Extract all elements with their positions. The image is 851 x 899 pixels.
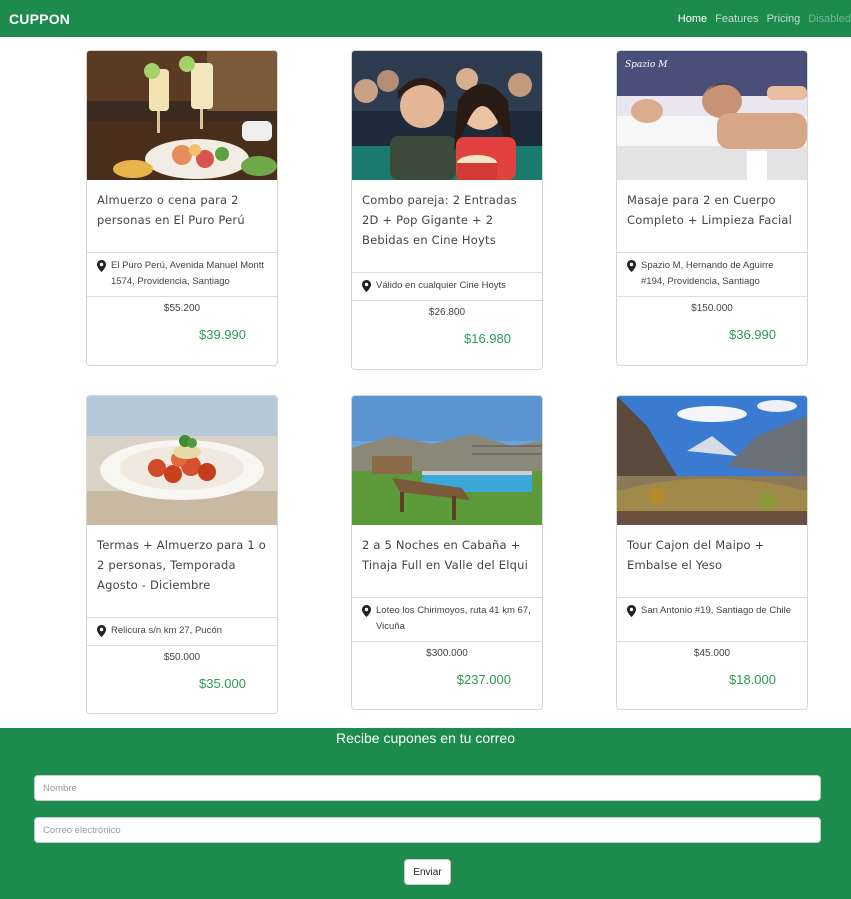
svg-text:Spazio M: Spazio M [625,60,668,70]
price-discount: $36.990 [729,327,776,342]
card-location: Loteo los Chirimoyos, ruta 41 km 67, Vic… [352,597,542,641]
map-pin-icon [362,278,373,295]
card-location: Relicura s/n km 27, Pucón [87,617,277,645]
nav-home-link[interactable]: Home [678,13,707,25]
massage-photo[interactable]: Spazio M [617,51,807,180]
card-location: El Puro Perú, Avenida Manuel Montt 1574,… [87,252,277,296]
price-discount: $35.000 [199,676,246,691]
map-pin-icon [362,603,373,636]
map-pin-icon [627,258,638,291]
card-location-text: Válido en cualquier Cine Hoyts [376,280,506,291]
subscribe-title: Recibe cupones en tu correo [336,730,515,746]
card-prices: $55.200 $39.990 [87,296,277,342]
name-input[interactable] [34,775,821,801]
email-input[interactable] [34,817,821,843]
coupon-card[interactable]: 2 a 5 Noches en Cabaña + Tinaja Full en … [351,395,543,710]
coupon-card[interactable]: Almuerzo o cena para 2 personas en El Pu… [86,50,278,366]
card-prices: $26.800 $16.980 [352,300,542,346]
card-location: San Antonio #19, Santiago de Chile [617,597,807,641]
price-discount: $237.000 [456,672,511,687]
card-title[interactable]: Tour Cajon del Maipo + Embalse el Yeso [617,525,807,597]
cinema-couple-photo[interactable] [352,51,542,180]
card-title[interactable]: Combo pareja: 2 Entradas 2D + Pop Gigant… [352,180,542,272]
card-location: Válido en cualquier Cine Hoyts [352,272,542,300]
brand-logo[interactable]: CUPPON [9,11,70,27]
card-location: Spazio M, Hernando de Aguirre #194, Prov… [617,252,807,296]
price-original: $50.000 [163,652,201,663]
price-original: $150.000 [691,303,733,314]
nav-features-link[interactable]: Features [715,13,758,25]
food-plate-photo[interactable] [87,51,277,180]
card-location-text: Relicura s/n km 27, Pucón [111,625,222,636]
card-prices: $45.000 $18.000 [617,641,807,687]
mountain-valley-photo[interactable] [617,396,807,525]
price-original: $45.000 [693,648,731,659]
pool-cabin-photo[interactable] [352,396,542,525]
nav-disabled-link: Disabled [808,12,851,25]
coupon-card[interactable]: Spazio M Masaje para 2 en Cuerpo Complet… [616,50,808,366]
price-original: $300.000 [426,648,468,659]
price-original: $55.200 [163,303,201,314]
price-discount: $18.000 [729,672,776,687]
map-pin-icon [97,258,108,291]
card-title[interactable]: Masaje para 2 en Cuerpo Completo + Limpi… [617,180,807,252]
coupon-card[interactable]: Combo pareja: 2 Entradas 2D + Pop Gigant… [351,50,543,370]
navbar: CUPPON Home Features Pricing Disabled [0,0,851,37]
price-original: $26.800 [428,307,466,318]
card-location-text: San Antonio #19, Santiago de Chile [641,605,792,616]
card-prices: $300.000 $237.000 [352,641,542,687]
submit-button[interactable]: Enviar [404,859,451,885]
card-title[interactable]: 2 a 5 Noches en Cabaña + Tinaja Full en … [352,525,542,597]
nav-links: Home Features Pricing Disabled [670,0,851,37]
price-discount: $16.980 [464,331,511,346]
card-title[interactable]: Almuerzo o cena para 2 personas en El Pu… [87,180,277,252]
subscribe-section: Recibe cupones en tu correo Enviar [0,728,851,899]
coupon-card[interactable]: Tour Cajon del Maipo + Embalse el Yeso S… [616,395,808,710]
price-discount: $39.990 [199,327,246,342]
card-title[interactable]: Termas + Almuerzo para 1 o 2 personas, T… [87,525,277,617]
map-pin-icon [97,623,108,640]
nav-pricing-link[interactable]: Pricing [767,13,801,25]
card-location-text: Loteo los Chirimoyos, ruta 41 km 67, Vic… [376,605,531,632]
card-prices: $150.000 $36.990 [617,296,807,342]
coupon-card[interactable]: Termas + Almuerzo para 1 o 2 personas, T… [86,395,278,714]
card-location-text: Spazio M, Hernando de Aguirre #194, Prov… [641,260,774,287]
pasta-photo[interactable] [87,396,277,525]
card-prices: $50.000 $35.000 [87,645,277,691]
card-location-text: El Puro Perú, Avenida Manuel Montt 1574,… [111,260,264,287]
map-pin-icon [627,603,638,636]
